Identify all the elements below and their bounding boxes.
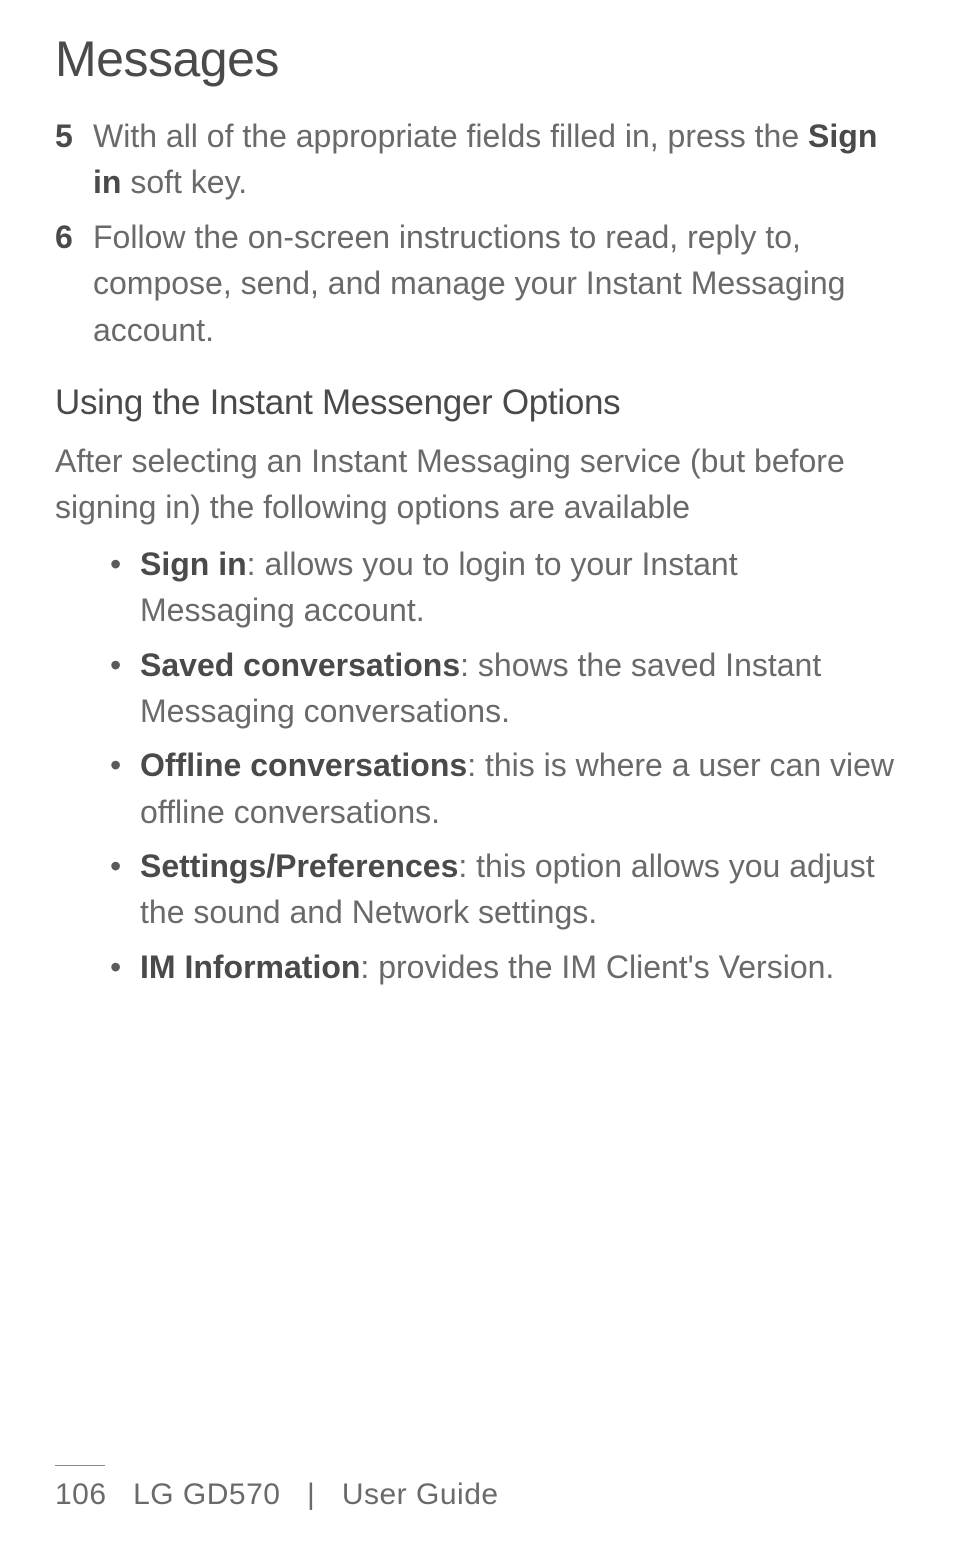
option-item: Settings/Preferences: this option allows… <box>110 843 899 936</box>
step-content: With all of the appropriate fields fille… <box>93 113 899 206</box>
step-number: 5 <box>55 113 93 206</box>
option-item: Saved conversations: shows the saved Ins… <box>110 642 899 735</box>
option-item: Offline conversations: this is where a u… <box>110 742 899 835</box>
option-item: IM Information: provides the IM Client's… <box>110 944 899 990</box>
intro-paragraph: After selecting an Instant Messaging ser… <box>55 438 899 531</box>
page-footer: 106 LG GD570 | User Guide <box>0 1465 954 1512</box>
option-item: Sign in: allows you to login to your Ins… <box>110 541 899 634</box>
footer-text: 106 LG GD570 | User Guide <box>55 1478 899 1512</box>
footer-divider <box>55 1465 105 1466</box>
option-term: Settings/Preferences <box>140 848 458 884</box>
product-name: LG GD570 <box>133 1478 280 1511</box>
page-title: Messages <box>55 30 899 88</box>
subheading: Using the Instant Messenger Options <box>55 383 899 423</box>
doc-type: User Guide <box>342 1478 499 1511</box>
steps-list: 5With all of the appropriate fields fill… <box>55 113 899 353</box>
body-text: With all of the appropriate fields fille… <box>93 118 808 154</box>
options-list: Sign in: allows you to login to your Ins… <box>55 541 899 991</box>
option-term: Offline conversations <box>140 747 467 783</box>
option-term: Saved conversations <box>140 647 460 683</box>
step-number: 6 <box>55 214 93 353</box>
body-text: Follow the on-screen instructions to rea… <box>93 219 845 348</box>
option-term: Sign in <box>140 546 247 582</box>
body-text: soft key. <box>121 164 247 200</box>
step-item: 6Follow the on-screen instructions to re… <box>55 214 899 353</box>
step-content: Follow the on-screen instructions to rea… <box>93 214 899 353</box>
option-term: IM Information <box>140 949 360 985</box>
page-number: 106 <box>55 1478 107 1511</box>
option-desc: : provides the IM Client's Version. <box>360 949 834 985</box>
step-item: 5With all of the appropriate fields fill… <box>55 113 899 206</box>
footer-separator: | <box>307 1478 315 1511</box>
